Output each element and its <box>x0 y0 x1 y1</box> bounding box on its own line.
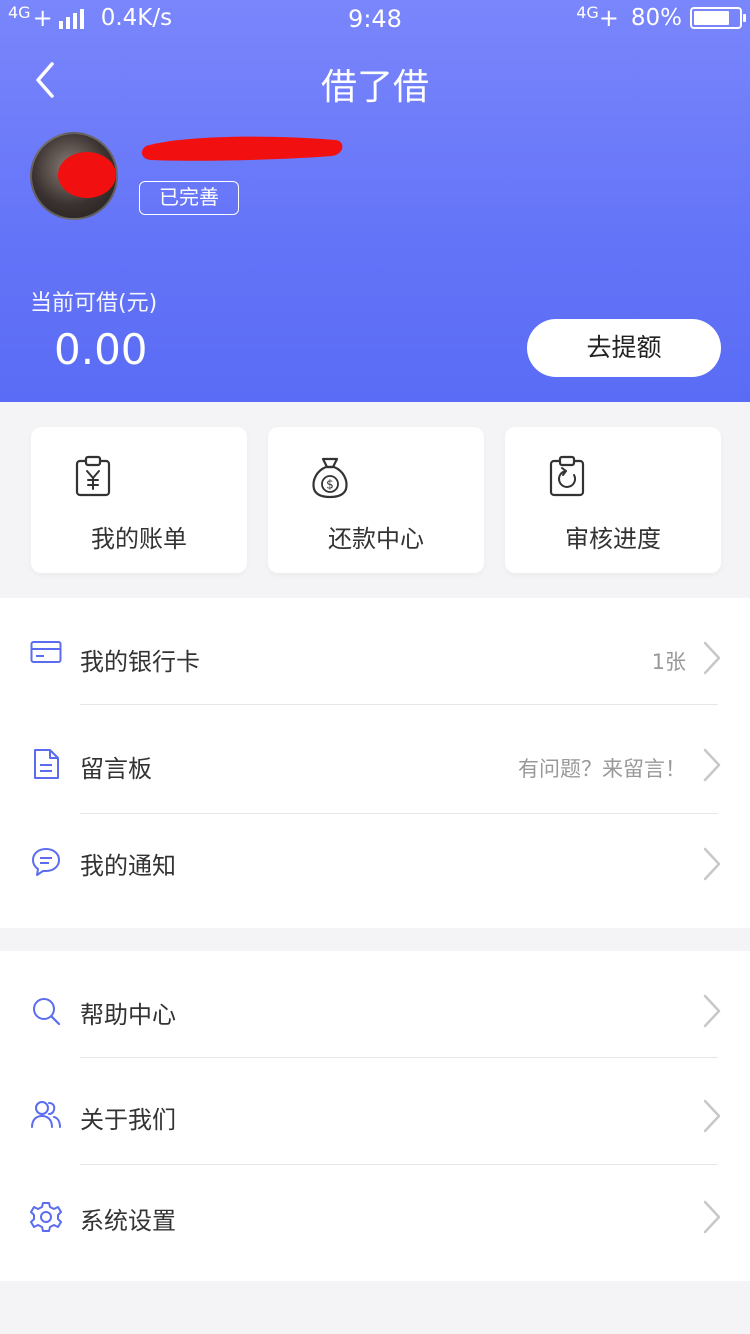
chat-bubble-icon <box>32 848 60 876</box>
users-icon <box>31 1101 61 1128</box>
card-label: 还款中心 <box>328 525 424 553</box>
row-system-settings[interactable]: 系统设置 <box>0 1165 750 1281</box>
battery-icon <box>690 7 746 29</box>
row-label: 系统设置 <box>80 1207 176 1235</box>
avatar[interactable] <box>30 132 118 220</box>
search-icon <box>33 998 61 1026</box>
network-type-right: 4G <box>576 2 599 22</box>
row-label: 我的通知 <box>80 852 176 880</box>
battery-fill <box>694 11 729 25</box>
chevron-right-icon <box>703 641 721 675</box>
gear-icon <box>30 1202 62 1232</box>
bank-card-icon <box>30 641 62 663</box>
status-bar: 4G + 0.4K/s 9:48 4G + 80% <box>0 0 750 40</box>
support-section: 帮助中心 关于我们 系统设置 <box>0 951 750 1281</box>
document-icon <box>34 749 59 779</box>
refresh-clipboard-icon <box>549 455 585 497</box>
page-title: 借了借 <box>320 67 429 108</box>
row-value: 有问题？来留言！ <box>518 757 686 781</box>
row-value: 1张 <box>651 650 686 674</box>
available-credit-amount: 0.00 <box>54 325 148 374</box>
money-bag-icon: $ <box>312 457 348 499</box>
bill-clipboard-icon <box>75 455 111 497</box>
row-notifications[interactable]: 我的通知 <box>0 814 750 928</box>
profile-status-badge: 已完善 <box>139 181 239 215</box>
account-section: 我的银行卡 1张 留言板 有问题？来留言！ 我的通知 <box>0 598 750 928</box>
chevron-right-icon <box>703 1099 721 1133</box>
row-label: 帮助中心 <box>80 1001 176 1029</box>
card-my-bill[interactable]: 我的账单 <box>31 427 247 573</box>
svg-text:$: $ <box>326 478 334 492</box>
row-about-us[interactable]: 关于我们 <box>0 1058 750 1164</box>
card-label: 审核进度 <box>565 525 661 553</box>
card-repayment-center[interactable]: $ 还款中心 <box>268 427 484 573</box>
avatar-redaction <box>58 152 116 198</box>
card-label: 我的账单 <box>91 525 187 553</box>
battery-percent: 80% <box>630 5 682 31</box>
username-redaction <box>141 136 343 161</box>
row-label: 关于我们 <box>80 1106 176 1134</box>
card-review-progress[interactable]: 审核进度 <box>505 427 721 573</box>
chevron-right-icon <box>703 847 721 881</box>
row-label: 我的银行卡 <box>80 648 200 676</box>
raise-limit-button[interactable]: 去提额 <box>527 319 721 377</box>
chevron-right-icon <box>703 748 721 782</box>
chevron-right-icon <box>703 994 721 1028</box>
network-plus-right: + <box>598 4 619 32</box>
row-help-center[interactable]: 帮助中心 <box>0 951 750 1057</box>
chevron-right-icon <box>703 1200 721 1234</box>
row-bank-card[interactable]: 我的银行卡 1张 <box>0 598 750 704</box>
status-right: 4G + 80% <box>576 2 746 32</box>
row-label: 留言板 <box>80 755 152 783</box>
row-message-board[interactable]: 留言板 有问题？来留言！ <box>0 705 750 813</box>
available-credit-label: 当前可借(元) <box>30 291 158 316</box>
